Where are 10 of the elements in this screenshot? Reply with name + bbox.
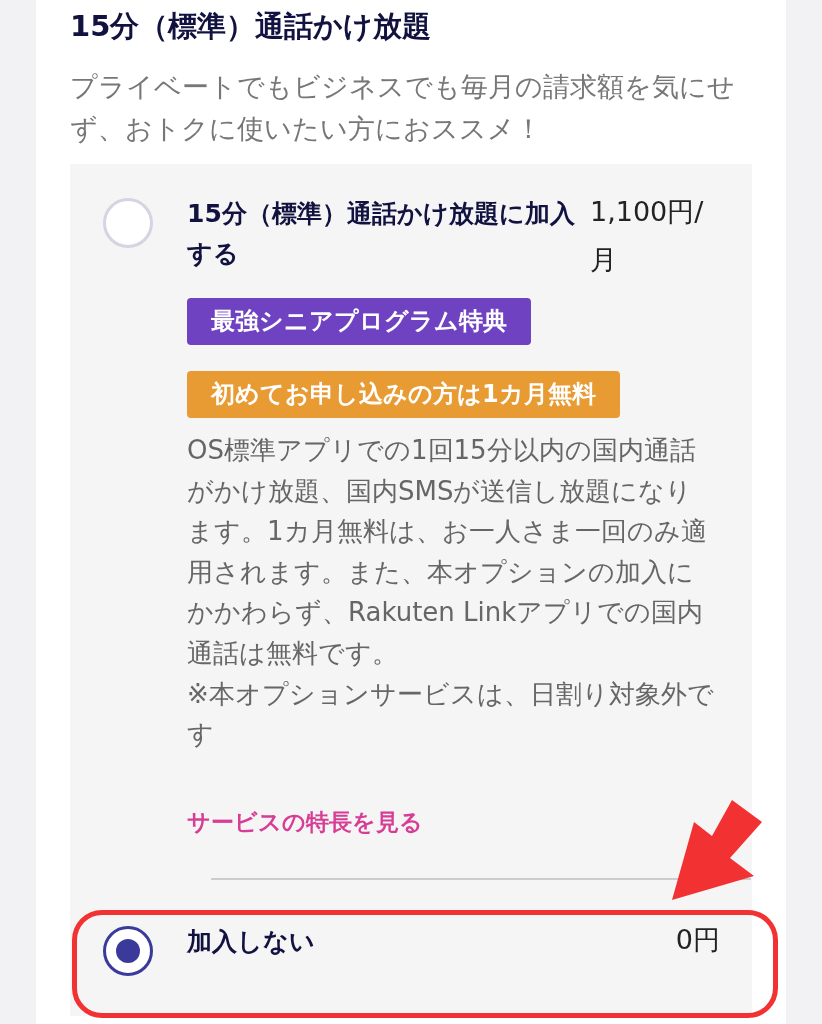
- option-description: OS標準アプリでの1回15分以内の国内通話がかけ放題、国内SMSが送信し放題になります。1カ月無料は、お一人さま一回のみ適用されます。また、本オプションの加入にかかわらず、Rakuten Linkアプリでの国内通話は無料です。 ※本オプションサービスは、日割り対象外です: [187, 434, 715, 752]
- option-price: 1,100円/月: [590, 195, 705, 277]
- section-description: プライベートでもビジネスでも毎月の請求額を気にせず、おトクに使いたい方におススメ！: [70, 70, 736, 146]
- option-price: 0円: [674, 922, 720, 957]
- promo-badge: 最強シニアプログラム特典: [187, 298, 531, 345]
- option-label: 加入しない: [187, 925, 316, 958]
- promo-badge: 初めてお申し込みの方は1カ月無料: [187, 371, 620, 418]
- features-link[interactable]: サービスの特長を見る: [187, 806, 423, 838]
- section-title: 15分（標準）通話かけ放題: [70, 8, 433, 45]
- option-label: 15分（標準）通話かけ放題に加入する: [187, 198, 576, 270]
